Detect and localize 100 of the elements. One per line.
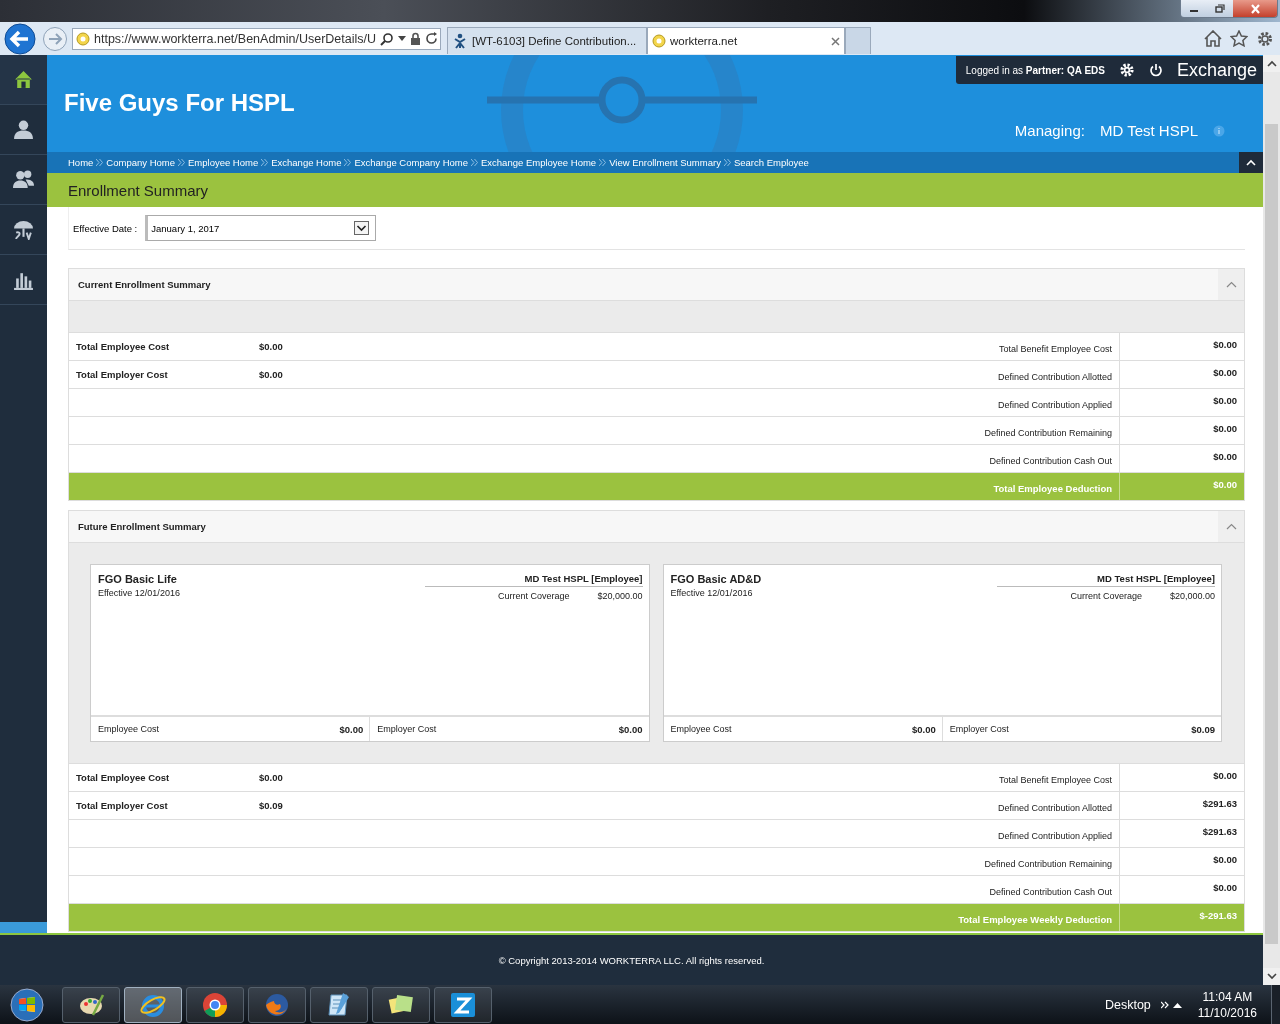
- search-icon[interactable]: [380, 31, 395, 46]
- total-amount: $-291.63: [1199, 910, 1237, 921]
- taskbar-app-button[interactable]: [186, 986, 244, 1023]
- panel-title: Current Enrollment Summary: [78, 279, 211, 290]
- page-title: Enrollment Summary: [68, 181, 209, 199]
- chevron-separator-icon: [344, 159, 352, 166]
- summary-amount: $0.00: [259, 369, 283, 380]
- breadcrumb-link[interactable]: Exchange Home: [271, 157, 342, 168]
- round-browser-icon: [201, 990, 229, 1019]
- chevron-separator-icon: [723, 159, 731, 166]
- close-button[interactable]: [1233, 0, 1277, 17]
- minimize-button[interactable]: [1181, 0, 1207, 17]
- summary-amount: $0.00: [1213, 339, 1237, 350]
- summary-label: Defined Contribution Remaining: [984, 858, 1112, 869]
- cost-amount: $0.09: [1191, 723, 1215, 735]
- taskbar-app-button[interactable]: [62, 986, 120, 1023]
- exchange-link[interactable]: Exchange: [1176, 59, 1257, 81]
- browser-tab[interactable]: workterra.net: [647, 27, 845, 54]
- collapse-toggle-button[interactable]: [1218, 511, 1244, 542]
- collapse-header-button[interactable]: [1239, 152, 1263, 173]
- breadcrumb-link[interactable]: Home: [68, 157, 94, 168]
- summary-amount: $0.00: [1213, 770, 1237, 781]
- effective-date-dropdown[interactable]: January 1, 2017: [145, 215, 377, 241]
- coverage-label: Current Coverage: [497, 591, 570, 601]
- panel-title: Future Enrollment Summary: [78, 521, 206, 532]
- summary-label: Total Employee Cost: [76, 341, 170, 352]
- start-orb-icon[interactable]: [10, 987, 44, 1022]
- cost-label: Employer Cost: [949, 724, 1010, 734]
- breadcrumb-link[interactable]: Company Home: [106, 157, 175, 168]
- taskbar-app-button[interactable]: [310, 986, 368, 1023]
- effective-date-text: Effective 12/01/2016: [98, 588, 181, 598]
- breadcrumb-link[interactable]: View Enrollment Summary: [609, 157, 721, 168]
- member-name: MD Test HSPL [Employee]: [424, 573, 643, 587]
- effective-date-label: Effective Date :: [73, 222, 138, 234]
- summary-amount: $291.63: [1202, 798, 1237, 809]
- cost-label: Employee Cost: [670, 724, 733, 734]
- plan-name: FGO Basic AD&D: [670, 573, 763, 585]
- cost-label: Employer Cost: [377, 724, 438, 734]
- summary-amount: $0.09: [259, 800, 283, 811]
- member-name: MD Test HSPL [Employee]: [997, 573, 1215, 587]
- star-icon[interactable]: [1230, 30, 1248, 47]
- chevron-up-icon: [1266, 60, 1277, 67]
- summary-amount: $0.00: [259, 772, 283, 783]
- taskbar-app-button[interactable]: [124, 986, 182, 1023]
- company-title: Five Guys For HSPL: [64, 89, 295, 117]
- summary-amount: $0.00: [1213, 395, 1237, 406]
- total-label: Total Employee Deduction: [993, 483, 1112, 494]
- power-icon[interactable]: [1148, 63, 1163, 77]
- close-tab-icon[interactable]: [831, 36, 840, 46]
- summary-label: Total Employer Cost: [76, 369, 168, 380]
- settings-icon[interactable]: [1256, 29, 1274, 48]
- chevron-separator-icon: [96, 159, 104, 166]
- cost-amount: $0.00: [618, 723, 643, 735]
- dropdown-caret-icon[interactable]: [398, 35, 407, 42]
- chevron-separator-icon: [178, 159, 185, 166]
- summary-label: Defined Contribution Applied: [997, 830, 1112, 841]
- breadcrumb-link[interactable]: Exchange Employee Home: [481, 157, 597, 168]
- coverage-label: Current Coverage: [1070, 591, 1142, 601]
- summary-label: Defined Contribution Remaining: [984, 427, 1112, 438]
- summary-amount: $0.00: [1213, 854, 1237, 865]
- summary-label: Total Benefit Employee Cost: [998, 774, 1112, 785]
- scroll-up-button[interactable]: [1263, 55, 1280, 72]
- system-clock[interactable]: 11:04 AM 11/10/2016: [1197, 988, 1257, 1021]
- breadcrumb-link[interactable]: Employee Home: [188, 157, 259, 168]
- breadcrumb-link[interactable]: Search Employee: [733, 157, 809, 168]
- summary-label: Total Benefit Employee Cost: [998, 343, 1112, 354]
- summary-amount: $0.00: [1213, 423, 1237, 434]
- login-status-text: Logged in as Partner: QA EDS: [965, 64, 1105, 76]
- scroll-down-button[interactable]: [1263, 968, 1280, 985]
- show-hidden-icons-caret-icon[interactable]: [1172, 1001, 1182, 1008]
- summary-label: Defined Contribution Cash Out: [989, 455, 1112, 466]
- maximize-button[interactable]: [1207, 0, 1233, 17]
- home-icon[interactable]: [1204, 30, 1222, 47]
- chevron-separator-icon: [261, 159, 269, 166]
- coverage-amount: $20,000.00: [597, 591, 643, 601]
- collapse-toggle-button[interactable]: [1218, 269, 1244, 300]
- desktop-toolbar-label[interactable]: Desktop: [1104, 997, 1151, 1012]
- taskbar-app-button[interactable]: [372, 986, 430, 1023]
- summary-amount: $291.63: [1202, 826, 1237, 837]
- refresh-icon[interactable]: [425, 32, 439, 45]
- browser-tab[interactable]: [WT-6103] Define Contribution...: [447, 27, 647, 54]
- total-label: Total Employee Weekly Deduction: [958, 914, 1112, 925]
- managing-label: Managing:: [1014, 122, 1085, 139]
- cost-amount: $0.00: [339, 723, 364, 735]
- chevron-up-icon: [1246, 159, 1256, 166]
- restore-icon: [1215, 4, 1225, 13]
- settings-icon[interactable]: [1118, 62, 1135, 78]
- breadcrumb-link[interactable]: Exchange Company Home: [354, 157, 468, 168]
- summary-amount: $0.00: [259, 341, 283, 352]
- address-field[interactable]: https://www.workterra.net/BenAdmin/UserDetails/U: [72, 27, 441, 50]
- cost-label: Employee Cost: [98, 724, 161, 734]
- summary-label: Defined Contribution Applied: [997, 399, 1112, 410]
- double-chevron-icon[interactable]: [1160, 1000, 1169, 1009]
- site-favicon-icon: [652, 34, 666, 48]
- chevron-separator-icon: [471, 159, 478, 166]
- scrollbar-thumb[interactable]: [1265, 124, 1278, 944]
- total-amount: $0.00: [1213, 479, 1237, 490]
- chevron-separator-icon: [599, 159, 607, 166]
- sidebar-item[interactable]: [0, 55, 47, 105]
- taskbar-app-button[interactable]: [434, 986, 492, 1023]
